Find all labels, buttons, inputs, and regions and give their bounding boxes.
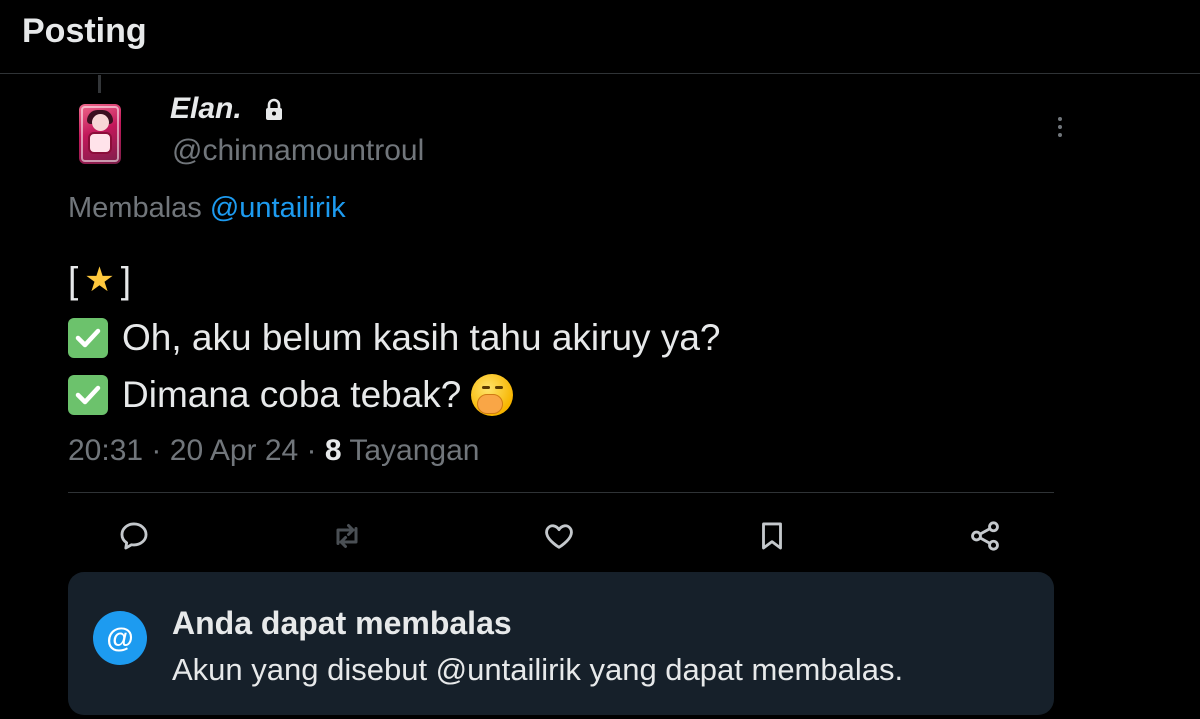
heart-icon <box>545 524 573 549</box>
action-bar <box>0 514 1200 558</box>
tweet-line-3-text: Dimana coba tebak? <box>122 374 462 415</box>
author-handle[interactable]: @chinnamountroul <box>172 134 424 168</box>
replying-to: Membalas @untailirik <box>68 192 346 225</box>
notice-text: Akun yang disebut @untailirik yang dapat… <box>172 652 904 687</box>
tweet-time[interactable]: 20:31 <box>68 434 143 467</box>
reply-mention-link[interactable]: @untailirik <box>210 192 346 224</box>
tweet-date[interactable]: 20 Apr 24 <box>170 434 298 467</box>
lock-icon <box>266 98 282 120</box>
tweet-text: [ ★ ] Oh, aku belum kasih tahu akiruy ya… <box>68 252 721 423</box>
tweet-line-2: Oh, aku belum kasih tahu akiruy ya? <box>68 309 721 366</box>
share-button[interactable] <box>963 514 1007 558</box>
repost-button[interactable] <box>325 514 369 558</box>
reply-button[interactable] <box>112 514 156 558</box>
thread-connector-line <box>98 75 101 93</box>
repost-icon <box>336 524 358 548</box>
views-count: 8 <box>324 434 342 467</box>
notice-title: Anda dapat membalas <box>172 605 512 641</box>
meta-separator: · <box>306 434 317 467</box>
check-mark-emoji <box>68 317 108 358</box>
views-label: Tayangan <box>349 434 480 467</box>
divider <box>68 492 1054 493</box>
share-icon <box>971 521 999 551</box>
avatar[interactable] <box>79 104 121 164</box>
bookmark-button[interactable] <box>750 514 794 558</box>
reply-icon <box>120 522 148 550</box>
bracket-open: [ <box>68 260 79 301</box>
author-display-name[interactable]: Elan. <box>170 92 242 126</box>
face-with-hand-over-mouth-emoji <box>471 373 514 416</box>
bookmark-icon <box>762 522 782 550</box>
header-bar: Posting <box>0 0 1200 74</box>
star-emoji: ★ <box>84 261 115 299</box>
check-mark-emoji <box>68 374 108 415</box>
mention-icon: @ <box>93 611 147 665</box>
bracket-close: ] <box>120 260 132 301</box>
page-title: Posting <box>22 12 147 50</box>
tweet-line-1: [ ★ ] <box>68 252 721 309</box>
like-button[interactable] <box>537 514 581 558</box>
more-vertical-icon[interactable] <box>1048 115 1072 139</box>
tweet-line-3: Dimana coba tebak? <box>68 366 721 423</box>
tweet-line-2-text: Oh, aku belum kasih tahu akiruy ya? <box>122 317 721 358</box>
reply-restriction-notice: @ Anda dapat membalas Akun yang disebut … <box>68 572 1054 715</box>
tweet-meta: 20:31 · 20 Apr 24 · 8 Tayangan <box>68 434 479 468</box>
meta-separator: · <box>151 434 162 467</box>
reply-prefix: Membalas <box>68 192 202 224</box>
